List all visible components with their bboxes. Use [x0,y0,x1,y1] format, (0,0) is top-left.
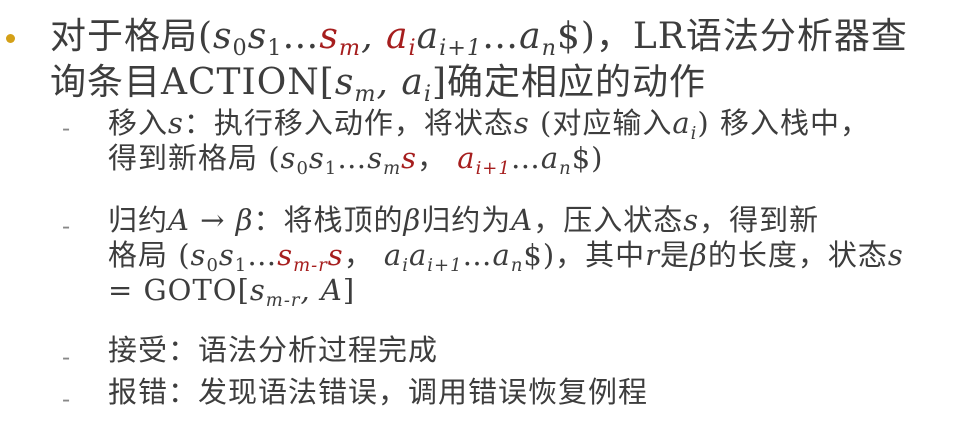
slide: 对于格局(s0s1…sm, aiai+1…an$)，LR语法分析器查 询条目AC… [0,0,973,425]
reduce-line-1: 归约A → β：将栈顶的β归约为A，压入状态s，得到新 [108,203,820,237]
dash-marker: - [62,385,71,413]
main-bullet: 对于格局(s0s1…sm, aiai+1…an$)，LR语法分析器查 询条目AC… [50,14,950,106]
sub-item-shift: 移入s：执行移入动作，将状态s (对应输入ai) 移入栈中， 得到新格局 (s0… [108,106,968,179]
sub-item-accept: 接受：语法分析过程完成 [108,333,439,367]
sub-item-error: 报错：发现语法错误，调用错误恢复例程 [108,375,649,409]
dash-marker: - [62,212,71,240]
bullet-dot [6,34,15,43]
main-line-2: 询条目ACTION[sm, ai]确定相应的动作 [50,62,707,108]
reduce-line-3: = GOTO[sm-r, A] [108,273,356,311]
shift-line-1: 移入s：执行移入动作，将状态s (对应输入ai) 移入栈中， [108,106,870,144]
reduce-line-2: 格局 (s0s1…sm-rs， aiai+1…an$)，其中r是β的长度，状态s [108,238,904,276]
dash-marker: - [62,343,71,371]
sub-item-reduce: 归约A → β：将栈顶的β归约为A，压入状态s，得到新 格局 (s0s1…sm-… [108,203,968,311]
shift-line-2: 得到新格局 (s0s1…sms， ai+1…an$) [108,141,604,179]
main-line-1: 对于格局(s0s1…sm, aiai+1…an$)，LR语法分析器查 [50,16,908,62]
dash-marker: - [62,114,71,142]
